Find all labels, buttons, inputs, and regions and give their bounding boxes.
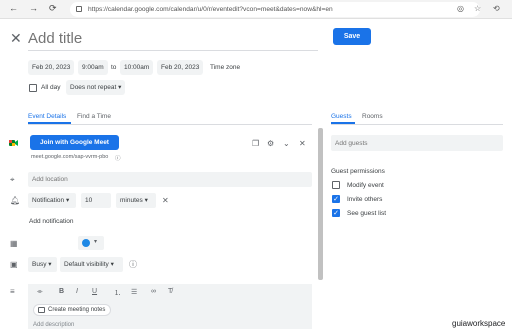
link-icon[interactable]: ∞ [151, 288, 156, 295]
help-icon[interactable]: ⓘ [115, 154, 121, 162]
notification-value-field[interactable] [81, 193, 111, 208]
remove-notification-icon[interactable]: ✕ [162, 197, 169, 205]
availability-select[interactable]: Busy ▾ [28, 257, 57, 272]
right-divider [331, 124, 503, 125]
refresh-page-icon[interactable]: ⟲ [493, 4, 500, 13]
tab-event-details[interactable]: Event Details [28, 113, 66, 120]
all-day-checkbox[interactable] [29, 84, 37, 92]
availability-value: Busy [32, 261, 47, 268]
bulleted-list-icon[interactable]: ☰ [131, 288, 137, 296]
clear-formatting-icon[interactable]: T̸ [168, 288, 172, 295]
notification-type-value: Notification [32, 197, 65, 204]
chevron-down-icon[interactable]: ⌄ [283, 140, 290, 148]
end-date[interactable]: Feb 20, 2023 [157, 60, 204, 75]
notes-label: Create meeting notes [48, 307, 106, 313]
left-divider [28, 124, 312, 125]
title-input[interactable] [28, 27, 318, 51]
tab-guests[interactable]: Guests [331, 113, 352, 120]
google-meet-icon [9, 140, 18, 146]
italic-button[interactable]: I [76, 288, 78, 295]
reader-icon[interactable]: ◎ [457, 4, 464, 13]
watermark: guiaworkspace [452, 319, 506, 328]
settings-gear-icon[interactable]: ⚙ [267, 140, 274, 148]
invite-others-label: Invite others [347, 196, 383, 203]
invite-others-checkbox[interactable]: ✓ [332, 195, 340, 203]
notification-type-select[interactable]: Notification ▾ [28, 193, 76, 208]
description-placeholder[interactable]: Add description [33, 322, 74, 328]
lock-icon [76, 6, 82, 12]
color-chevron-icon: ▾ [94, 239, 98, 245]
notes-icon [38, 307, 45, 313]
url-text: https://calendar.google.com/calendar/u/0… [88, 6, 333, 13]
modify-event-checkbox[interactable] [332, 181, 340, 189]
repeat-value: Does not repeat [70, 84, 117, 91]
tab-find-a-time[interactable]: Find a Time [77, 113, 111, 120]
visibility-select[interactable]: Default visibility ▾ [60, 257, 123, 272]
refresh-icon[interactable]: ⟳ [49, 3, 57, 14]
browser-toolbar: ← → ⟳ https://calendar.google.com/calend… [0, 0, 512, 19]
repeat-select[interactable]: Does not repeat ▾ [66, 80, 126, 95]
briefcase-icon: ▣ [10, 260, 18, 269]
location-input[interactable] [32, 172, 312, 187]
attachment-icon[interactable]: ⌯ [37, 288, 43, 296]
meet-link[interactable]: meet.google.com/sap-vvrm-pbo [31, 154, 108, 160]
join-google-meet-button[interactable]: Join with Google Meet [30, 135, 119, 150]
all-day-label: All day [41, 84, 61, 91]
see-guest-list-checkbox[interactable]: ✓ [332, 209, 340, 217]
forward-icon[interactable]: → [29, 3, 38, 13]
description-editor[interactable]: ⌯ B I U ⒈ ☰ ∞ T̸ Create meeting notes Ad… [28, 284, 312, 329]
tab-rooms[interactable]: Rooms [362, 113, 383, 120]
close-icon[interactable]: ✕ [10, 30, 22, 47]
location-field[interactable] [28, 172, 312, 187]
notification-unit-value: minutes [120, 197, 143, 204]
save-button[interactable]: Save [333, 28, 371, 45]
bold-button[interactable]: B [59, 288, 64, 295]
numbered-list-icon[interactable]: ⒈ [114, 288, 121, 298]
color-picker[interactable]: ▾ [78, 236, 104, 250]
color-swatch [82, 239, 90, 247]
guest-permissions-title: Guest permissions [331, 168, 385, 175]
remove-meet-icon[interactable]: ✕ [299, 140, 306, 148]
notification-value-input[interactable] [85, 193, 111, 208]
description-icon: ≡ [10, 287, 15, 296]
copy-icon[interactable]: ❐ [252, 140, 259, 148]
address-bar[interactable]: https://calendar.google.com/calendar/u/0… [70, 2, 480, 17]
add-guests-field[interactable] [331, 135, 503, 151]
end-time[interactable]: 10:00am [120, 60, 154, 75]
start-date[interactable]: Feb 20, 2023 [28, 60, 75, 75]
scrollbar[interactable] [318, 128, 323, 280]
create-meeting-notes-button[interactable]: Create meeting notes [33, 304, 112, 316]
back-icon[interactable]: ← [9, 3, 18, 13]
see-guest-list-label: See guest list [347, 210, 387, 217]
underline-button[interactable]: U [92, 288, 97, 295]
to-label: to [111, 64, 117, 71]
notification-unit-select[interactable]: minutes ▾ [116, 193, 156, 208]
add-notification-link[interactable]: Add notification [29, 218, 73, 225]
visibility-value: Default visibility [64, 261, 109, 268]
modify-event-label: Modify event [347, 182, 384, 189]
calendar-icon: ▦ [10, 239, 18, 248]
timezone-link[interactable]: Time zone [210, 64, 240, 71]
add-guests-input[interactable] [335, 135, 503, 151]
favorite-icon[interactable]: ☆ [474, 4, 481, 13]
bell-icon: 🔔︎ [10, 196, 21, 205]
start-time[interactable]: 9:00am [78, 60, 108, 75]
location-pin-icon: ⌖ [10, 175, 15, 184]
visibility-help-icon[interactable]: ⓘ [129, 261, 137, 269]
